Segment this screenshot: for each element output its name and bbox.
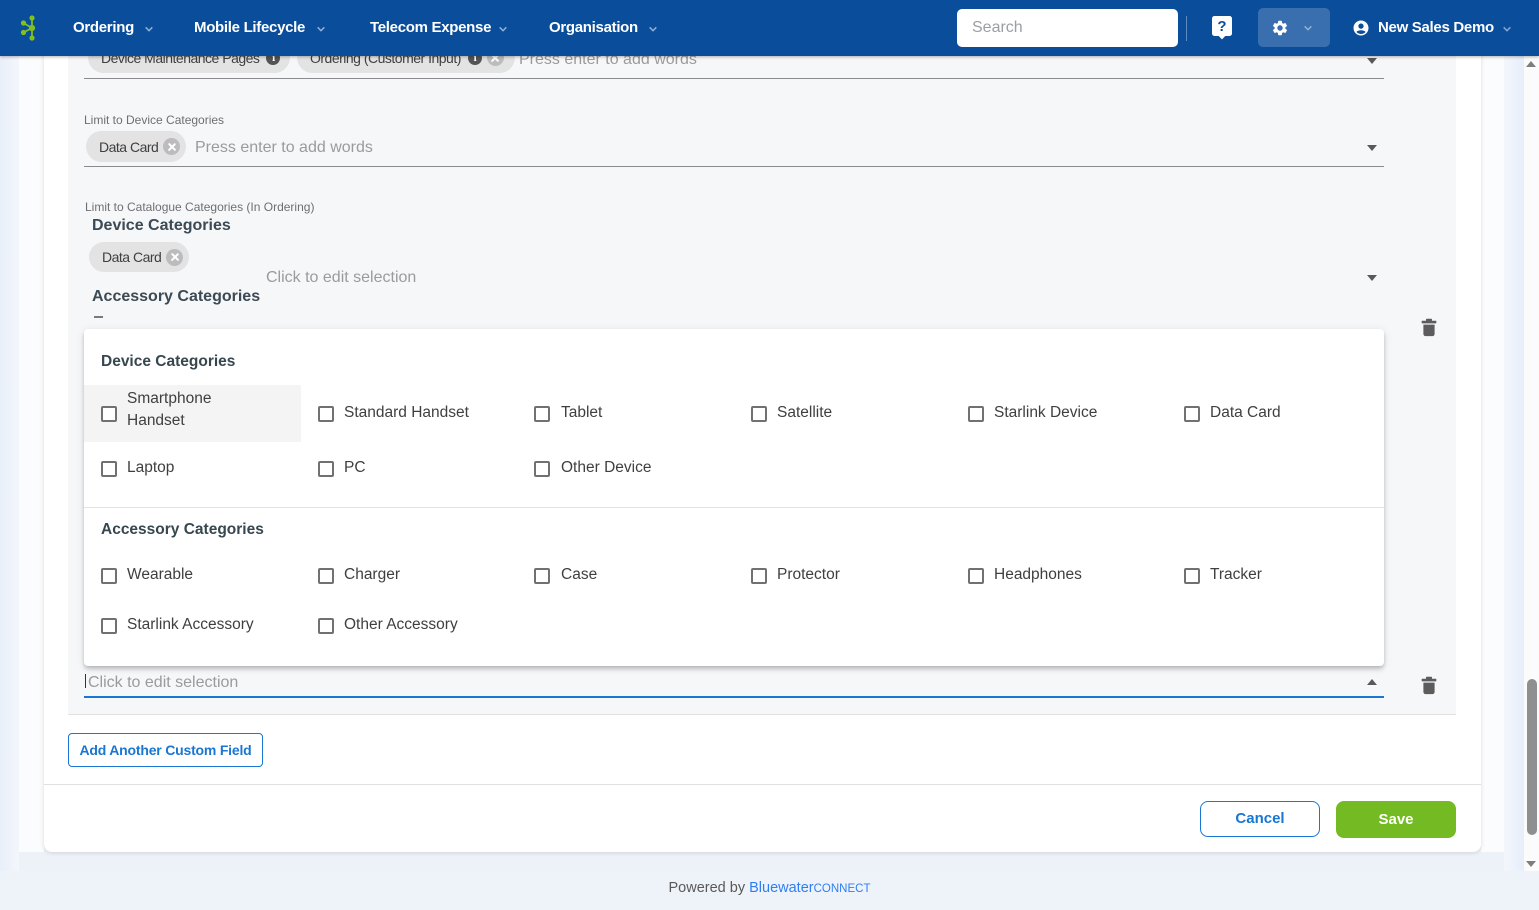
svg-text:?: ? — [1217, 18, 1226, 35]
